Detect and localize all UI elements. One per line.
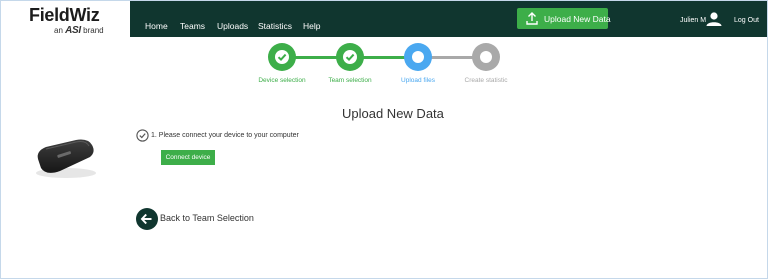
step-dot-icon (480, 51, 492, 63)
user-icon[interactable] (706, 12, 722, 26)
logout-link[interactable]: Log Out (734, 17, 759, 24)
step-label: Create statistic (464, 77, 508, 84)
step-create-statistic (472, 43, 500, 71)
nav-uploads[interactable]: Uploads (217, 21, 248, 31)
page-title: Upload New Data (342, 106, 444, 121)
user-name: Julien M (680, 17, 707, 24)
upload-new-data-button[interactable]: Upload New Data (517, 8, 611, 29)
connect-instruction: 1. Please connect your device to your co… (151, 132, 299, 139)
nav-help[interactable]: Help (303, 21, 320, 31)
arrow-left-icon[interactable] (136, 208, 158, 230)
step-device-selection[interactable] (268, 43, 296, 71)
logo[interactable]: FieldWiz an ASI brand (1, 1, 130, 37)
check-icon (343, 50, 357, 64)
check-icon (275, 50, 289, 64)
nav-teams[interactable]: Teams (180, 21, 205, 31)
logo-brand: ASI (65, 25, 81, 36)
logo-name: FieldWiz (29, 5, 100, 25)
gps-device-image (36, 139, 96, 178)
logo-tagline-post: brand (83, 26, 104, 35)
upload-button-label: Upload New Data (544, 14, 611, 24)
step-upload-files[interactable] (404, 43, 432, 71)
nav-home[interactable]: Home (145, 21, 168, 31)
connect-device-button[interactable]: Connect device (161, 150, 215, 165)
step-dot-icon (412, 51, 424, 63)
upload-icon (526, 12, 538, 25)
back-to-team-selection-link[interactable]: Back to Team Selection (160, 213, 254, 223)
step-complete-icon (136, 129, 149, 142)
step-team-selection[interactable] (336, 43, 364, 71)
nav-statistics[interactable]: Statistics (258, 21, 292, 31)
app-frame (0, 0, 768, 279)
logo-tagline: an ASI brand (54, 25, 104, 36)
logo-tagline-pre: an (54, 26, 63, 35)
top-header: FieldWiz an ASI brand Home Teams Uploads… (1, 1, 767, 37)
